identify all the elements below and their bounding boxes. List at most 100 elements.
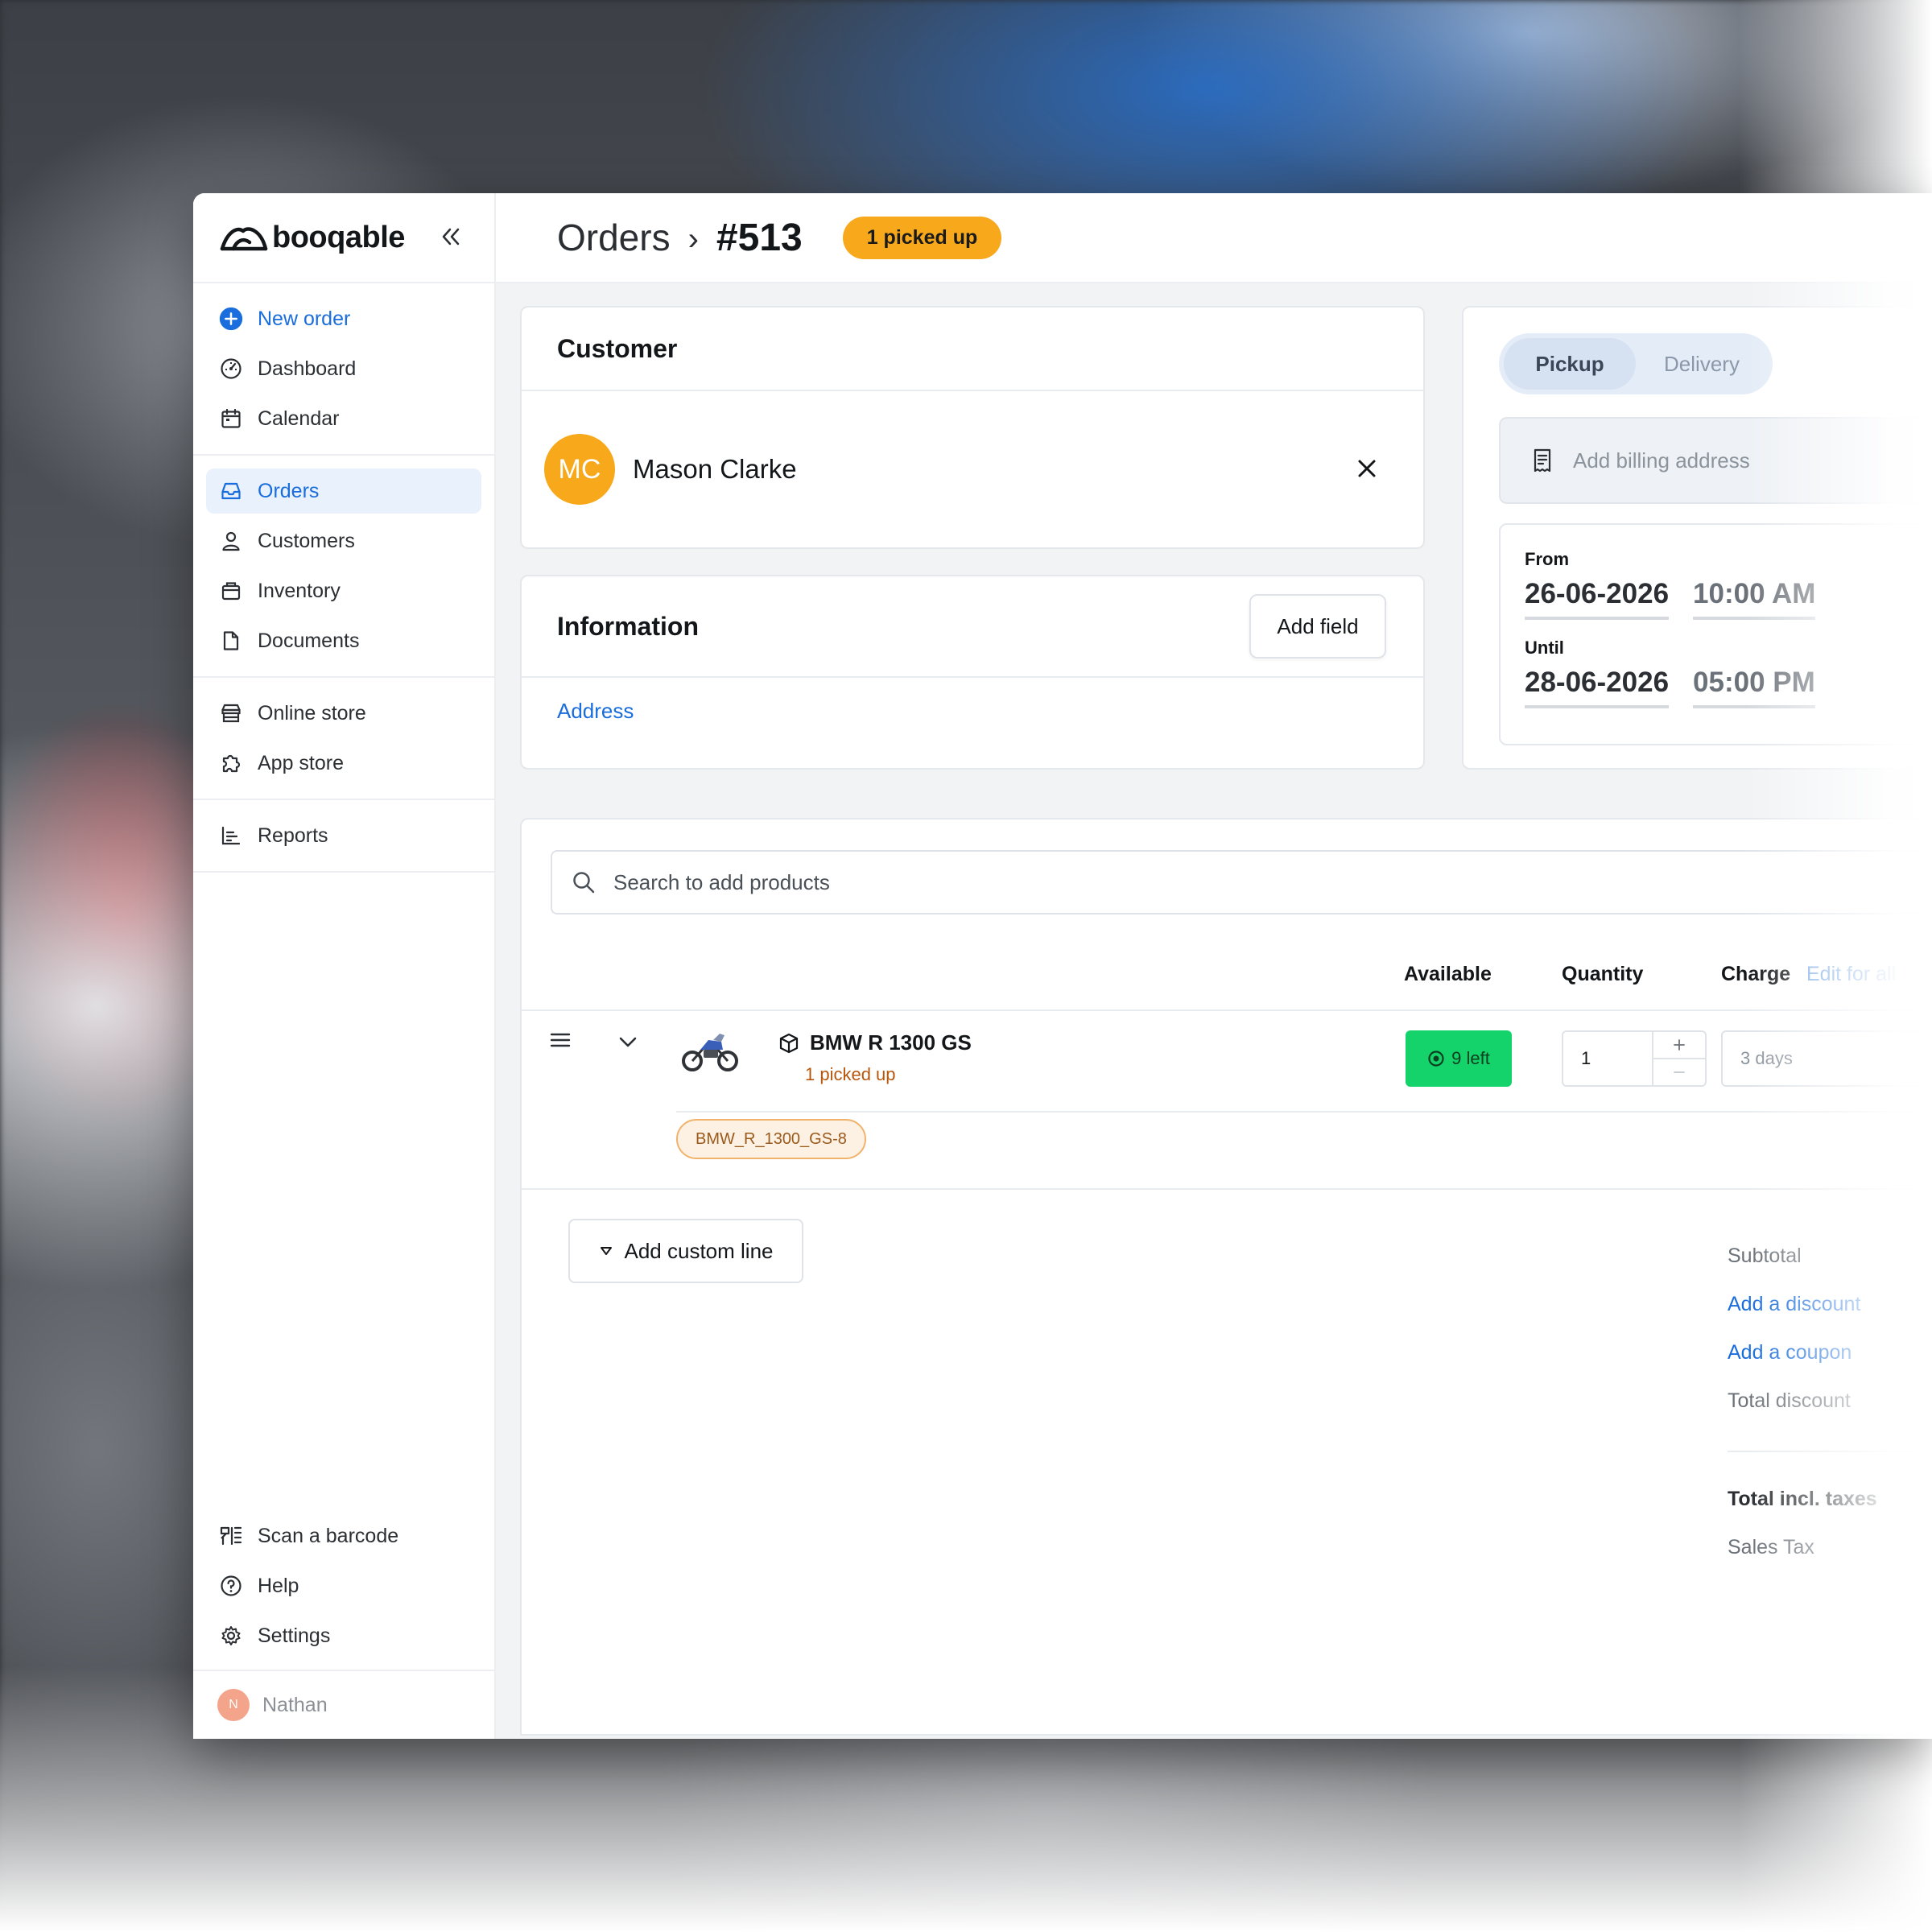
nav-group-main: Orders Customers Inventory Documents bbox=[193, 456, 494, 678]
availability-value: 9 left bbox=[1451, 1048, 1490, 1068]
order-number: #513 bbox=[716, 216, 803, 259]
edit-for-all-link[interactable]: Edit for all bbox=[1806, 963, 1896, 986]
user-menu[interactable]: N Nathan bbox=[193, 1670, 494, 1739]
nav-documents-label: Documents bbox=[258, 629, 360, 652]
add-coupon-link[interactable]: Add a coupon bbox=[1728, 1328, 1932, 1377]
drag-handle[interactable] bbox=[549, 1029, 572, 1055]
main-content: Orders › #513 1 picked up Customer MC Ma… bbox=[496, 193, 1932, 1739]
stock-item-tag[interactable]: BMW_R_1300_GS-8 bbox=[676, 1119, 866, 1159]
gauge-icon bbox=[219, 357, 243, 381]
nav-settings-label: Settings bbox=[258, 1624, 331, 1647]
totals-divider bbox=[1728, 1451, 1932, 1452]
barcode-icon bbox=[219, 1524, 243, 1548]
customer-card-body: MC Mason Clarke bbox=[522, 391, 1423, 547]
nav-documents[interactable]: Documents bbox=[206, 618, 481, 663]
product-name-label: BMW R 1300 GS bbox=[810, 1030, 972, 1055]
breadcrumb-separator: › bbox=[687, 221, 699, 257]
page-header: Orders › #513 1 picked up bbox=[496, 193, 1932, 283]
until-date-input[interactable]: 28-06-2026 bbox=[1525, 667, 1670, 708]
nav-orders[interactable]: Orders bbox=[206, 469, 481, 514]
nav-group-reports: Reports bbox=[193, 800, 494, 873]
nav-inventory[interactable]: Inventory bbox=[206, 568, 481, 613]
nav-new-order-label: New order bbox=[258, 307, 351, 330]
user-icon bbox=[219, 529, 243, 553]
product-search-placeholder: Search to add products bbox=[613, 869, 830, 894]
quantity-increment-button[interactable] bbox=[1653, 1032, 1705, 1059]
sidebar-bottom: Scan a barcode Help Settings N Nathan bbox=[193, 1501, 494, 1739]
nav-online-store[interactable]: Online store bbox=[206, 691, 481, 736]
toggle-delivery[interactable]: Delivery bbox=[1636, 338, 1768, 390]
nav-help-label: Help bbox=[258, 1574, 299, 1597]
toggle-pickup[interactable]: Pickup bbox=[1504, 338, 1636, 390]
nav-new-order[interactable]: New order bbox=[206, 296, 481, 341]
customer-card-header: Customer bbox=[522, 308, 1423, 391]
column-quantity: Quantity bbox=[1562, 963, 1644, 985]
information-card: Information Add field Address bbox=[520, 575, 1425, 770]
inbox-icon bbox=[219, 479, 243, 503]
gear-icon bbox=[219, 1624, 243, 1648]
remove-customer-button[interactable] bbox=[1351, 452, 1383, 485]
caret-down-icon bbox=[600, 1247, 612, 1255]
nav-calendar-label: Calendar bbox=[258, 407, 340, 430]
plus-circle-icon bbox=[219, 307, 243, 331]
product-search-input[interactable]: Search to add products bbox=[551, 850, 1932, 914]
nav-scan-barcode[interactable]: Scan a barcode bbox=[206, 1513, 481, 1558]
add-field-button[interactable]: Add field bbox=[1249, 594, 1386, 658]
target-icon bbox=[1428, 1051, 1444, 1067]
motorcycle-image bbox=[682, 1034, 738, 1071]
nav-dashboard[interactable]: Dashboard bbox=[206, 346, 481, 391]
fulfillment-toggle: Pickup Delivery bbox=[1499, 333, 1773, 394]
column-available: Available bbox=[1404, 963, 1492, 985]
booqable-logo-icon bbox=[220, 227, 268, 251]
nav-scan-barcode-label: Scan a barcode bbox=[258, 1524, 399, 1547]
customer-avatar: MC bbox=[544, 434, 615, 505]
chevron-down-icon bbox=[619, 1037, 637, 1047]
storefront-icon bbox=[219, 701, 243, 725]
availability-badge[interactable]: 9 left bbox=[1406, 1030, 1512, 1087]
nav-reports-label: Reports bbox=[258, 824, 328, 847]
expand-line-button[interactable] bbox=[617, 1030, 639, 1057]
quantity-steps bbox=[1652, 1032, 1705, 1085]
address-link[interactable]: Address bbox=[522, 678, 1423, 724]
user-name: Nathan bbox=[262, 1693, 328, 1716]
user-avatar: N bbox=[217, 1689, 250, 1721]
box-icon bbox=[219, 579, 243, 603]
brand-logo[interactable]: booqable bbox=[219, 221, 405, 255]
from-time-input[interactable]: 10:00 AM bbox=[1693, 578, 1816, 620]
until-time-input[interactable]: 05:00 PM bbox=[1693, 667, 1815, 708]
add-billing-address-button[interactable]: Add billing address bbox=[1499, 417, 1932, 504]
calendar-icon bbox=[219, 407, 243, 431]
nav-online-store-label: Online store bbox=[258, 701, 366, 724]
close-icon bbox=[1358, 460, 1376, 477]
nav-dashboard-label: Dashboard bbox=[258, 357, 357, 380]
order-totals: Subtotal Add a discount Add a coupon Tot… bbox=[1728, 1232, 1932, 1571]
from-date-input[interactable]: 26-06-2026 bbox=[1525, 578, 1670, 620]
nav-settings[interactable]: Settings bbox=[206, 1613, 481, 1658]
charge-duration-input[interactable]: 3 days bbox=[1721, 1030, 1932, 1087]
nav-customers[interactable]: Customers bbox=[206, 518, 481, 564]
brand-header: booqable bbox=[193, 193, 494, 283]
menu-icon bbox=[550, 1033, 571, 1047]
quantity-decrement-button[interactable] bbox=[1653, 1059, 1705, 1085]
add-discount-link[interactable]: Add a discount bbox=[1728, 1280, 1932, 1328]
customer-name[interactable]: Mason Clarke bbox=[633, 454, 797, 485]
quantity-stepper[interactable]: 1 bbox=[1562, 1030, 1707, 1087]
nav-help[interactable]: Help bbox=[206, 1563, 481, 1608]
collapse-sidebar-button[interactable] bbox=[435, 221, 467, 253]
sidebar: booqable New order Dashboard Calendar Or… bbox=[193, 193, 496, 1739]
nav-calendar[interactable]: Calendar bbox=[206, 396, 481, 441]
add-custom-line-button[interactable]: Add custom line bbox=[568, 1219, 803, 1283]
sales-tax-label: Sales Tax bbox=[1728, 1535, 1814, 1558]
nav-reports[interactable]: Reports bbox=[206, 813, 481, 858]
order-status-badge: 1 picked up bbox=[842, 216, 1002, 259]
chevrons-left-icon bbox=[442, 228, 460, 246]
quantity-value[interactable]: 1 bbox=[1563, 1032, 1652, 1085]
breadcrumb-orders[interactable]: Orders bbox=[557, 216, 671, 259]
product-name[interactable]: BMW R 1300 GS bbox=[778, 1030, 972, 1055]
document-icon bbox=[219, 629, 243, 653]
nav-app-store[interactable]: App store bbox=[206, 741, 481, 786]
subtotal-label: Subtotal bbox=[1728, 1244, 1802, 1267]
customer-card: Customer MC Mason Clarke bbox=[520, 306, 1425, 549]
app-window: booqable New order Dashboard Calendar Or… bbox=[193, 193, 1932, 1739]
fulfillment-card: Pickup Delivery Add billing address From… bbox=[1462, 306, 1932, 770]
